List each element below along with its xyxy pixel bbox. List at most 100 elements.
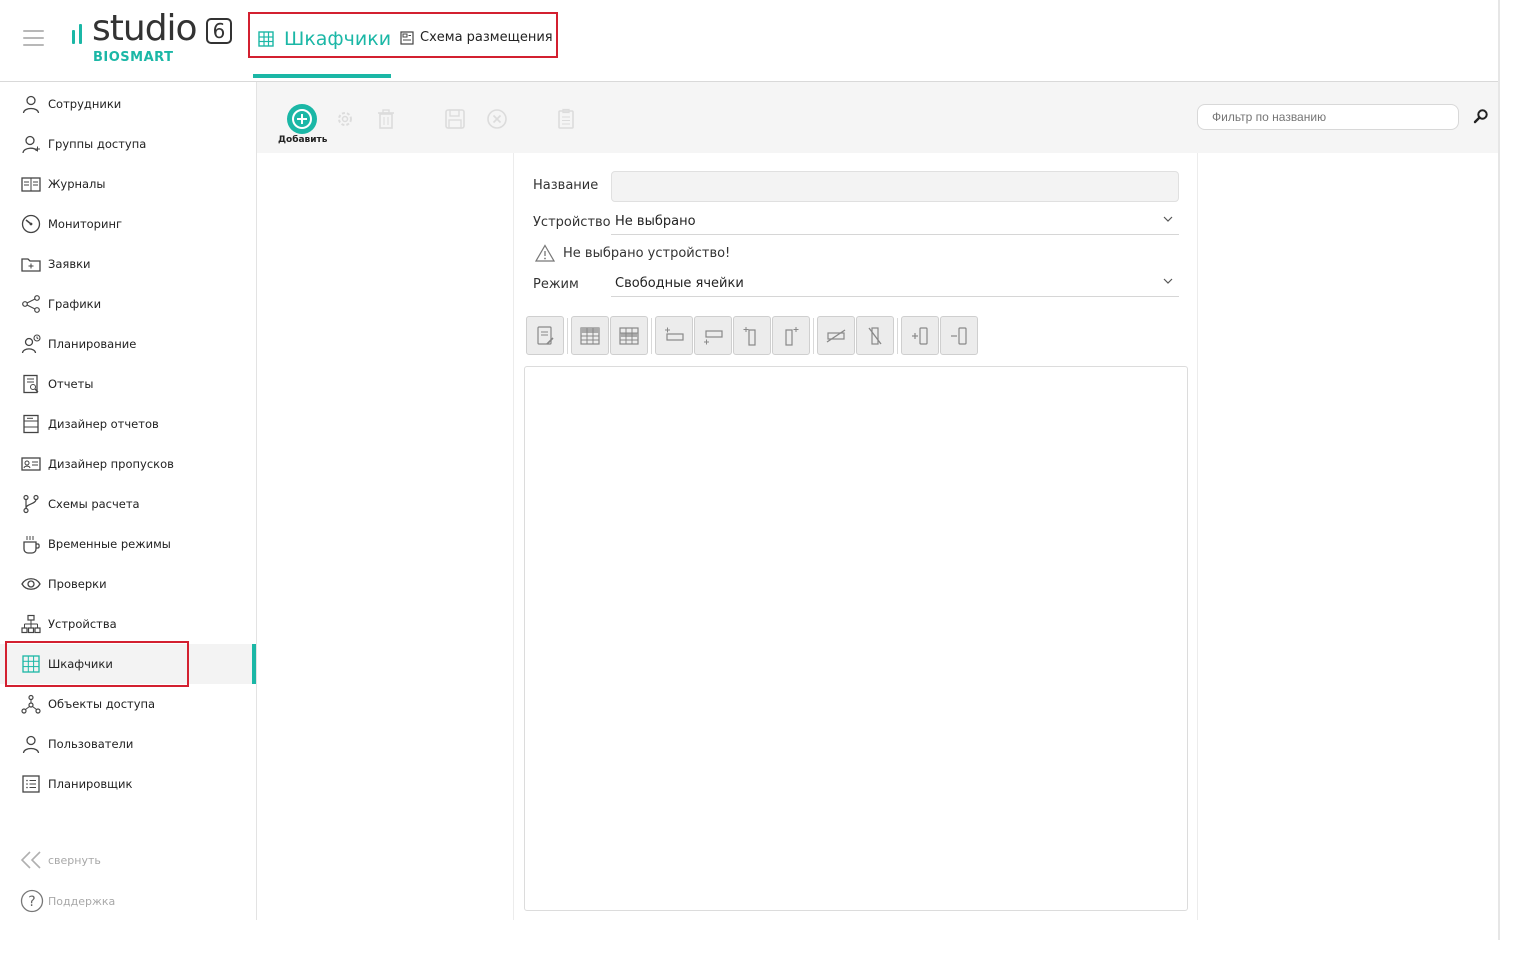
table-grid-icon <box>580 326 600 345</box>
edit-cell-button[interactable] <box>526 316 564 355</box>
collapse-sidebar-link[interactable]: свернуть <box>20 851 101 869</box>
grid-bottom-button[interactable] <box>610 316 648 355</box>
app-header: studio 6 BIOSMART <box>0 0 1500 82</box>
sidebar-item[interactable]: Дизайнер отчетов <box>0 404 256 444</box>
sidebar-item[interactable]: Схемы расчета <box>0 484 256 524</box>
add-column-left-button[interactable] <box>733 316 771 355</box>
add-column-right-button[interactable] <box>772 316 810 355</box>
add-cell-button[interactable] <box>901 316 939 355</box>
sidebar-item-label: Пользователи <box>48 737 134 751</box>
sidebar-item[interactable]: Временные режимы <box>0 524 256 564</box>
save-icon <box>445 109 465 129</box>
device-label: Устройство <box>533 215 611 230</box>
tab-layout-scheme[interactable]: Схема размещения <box>400 30 553 45</box>
sidebar-item[interactable]: Проверки <box>0 564 256 604</box>
add-row-below-button[interactable] <box>694 316 732 355</box>
sidebar-item[interactable]: Заявки <box>0 244 256 284</box>
edit-document-icon <box>537 325 554 345</box>
cup-icon <box>20 533 42 555</box>
mode-select[interactable]: Свободные ячейки <box>611 273 1179 297</box>
sidebar-item-label: Журналы <box>48 177 106 191</box>
cancel-button[interactable] <box>486 108 508 130</box>
sidebar-item[interactable]: Графики <box>0 284 256 324</box>
support-label: Поддержка <box>48 894 116 908</box>
insert-column-left-icon <box>743 326 756 346</box>
add-row-above-button[interactable] <box>655 316 693 355</box>
sidebar-item[interactable]: Группы доступа <box>0 124 256 164</box>
collapse-label: свернуть <box>48 853 101 867</box>
locker-layout-canvas[interactable] <box>524 366 1188 911</box>
grid-top-button[interactable] <box>571 316 609 355</box>
add-cell-icon <box>912 326 928 345</box>
sidebar-item[interactable]: Объекты доступа <box>0 684 256 724</box>
toolbar-separator <box>813 318 814 354</box>
sidebar-item-label: Объекты доступа <box>48 697 156 711</box>
network-icon <box>20 613 42 635</box>
mode-label: Режим <box>533 277 579 292</box>
help-circle-icon: ? <box>20 889 44 913</box>
sidebar-item-label: Группы доступа <box>48 137 147 151</box>
sidebar-item-label: Сотрудники <box>48 97 122 111</box>
remove-column-button[interactable] <box>856 316 894 355</box>
id-card-icon <box>20 453 42 475</box>
sidebar-item-label: Шкафчики <box>48 657 113 671</box>
paste-button[interactable] <box>555 108 577 130</box>
filter-input[interactable] <box>1197 104 1459 130</box>
window-edge <box>1498 0 1500 940</box>
save-button[interactable] <box>444 108 466 130</box>
sidebar-item-label: Планирование <box>48 337 137 351</box>
sidebar-item[interactable]: Отчеты <box>0 364 256 404</box>
toolbar-separator <box>897 318 898 354</box>
sidebar-item[interactable]: Планирование <box>0 324 256 364</box>
menu-hamburger-icon[interactable] <box>23 30 44 47</box>
delete-column-icon <box>868 326 882 345</box>
device-select[interactable]: Не выбрано <box>611 211 1179 235</box>
search-icon[interactable] <box>1473 108 1489 124</box>
chevron-down-icon <box>1163 216 1173 222</box>
eye-icon <box>20 573 42 595</box>
sidebar-item[interactable]: Журналы <box>0 164 256 204</box>
tab-lockers-label: Шкафчики <box>284 28 392 50</box>
sidebar-item-label: Проверки <box>48 577 107 591</box>
table-grid-icon <box>619 326 639 345</box>
insert-row-above-icon <box>665 327 684 341</box>
remove-cell-button[interactable] <box>940 316 978 355</box>
close-circle-icon <box>487 109 507 129</box>
delete-button[interactable] <box>375 108 397 130</box>
add-button[interactable] <box>287 104 317 134</box>
layout-scheme-icon <box>400 30 414 45</box>
toolbar-separator <box>651 318 652 354</box>
name-label: Название <box>533 178 599 193</box>
support-link[interactable]: ? Поддержка <box>20 889 115 913</box>
user-icon <box>20 93 42 115</box>
locker-grid-icon <box>20 653 42 675</box>
sidebar-item[interactable]: Сотрудники <box>0 84 256 124</box>
sidebar-item[interactable]: Устройства <box>0 604 256 644</box>
plus-circle-icon <box>292 109 312 129</box>
active-item-indicator <box>252 644 256 684</box>
folder-plus-icon <box>20 253 42 275</box>
remove-row-button[interactable] <box>817 316 855 355</box>
sidebar-item[interactable]: Планировщик <box>0 764 256 804</box>
sidebar-item[interactable]: Пользователи <box>0 724 256 764</box>
sidebar-item[interactable]: Дизайнер пропусков <box>0 444 256 484</box>
user-clock-icon <box>20 333 42 355</box>
logo-company: BIOSMART <box>93 50 174 65</box>
logo-version: 6 <box>206 18 232 44</box>
active-tab-indicator <box>253 74 391 78</box>
trash-icon <box>378 109 394 129</box>
report-design-icon <box>20 413 42 435</box>
sidebar-item[interactable]: Шкафчики <box>0 644 256 684</box>
sidebar-item-label: Графики <box>48 297 102 311</box>
chevron-down-icon <box>1163 278 1173 284</box>
warning-triangle-icon <box>535 244 555 262</box>
name-field[interactable] <box>611 171 1179 202</box>
user-group-icon <box>20 133 42 155</box>
tab-lockers[interactable]: Шкафчики <box>258 24 391 54</box>
sidebar-item[interactable]: Мониторинг <box>0 204 256 244</box>
settings-button[interactable] <box>334 108 356 130</box>
remove-cell-icon <box>951 326 967 345</box>
device-warning: Не выбрано устройство! <box>535 244 730 262</box>
sidebar-item-label: Заявки <box>48 257 91 271</box>
warning-text: Не выбрано устройство! <box>563 245 731 261</box>
